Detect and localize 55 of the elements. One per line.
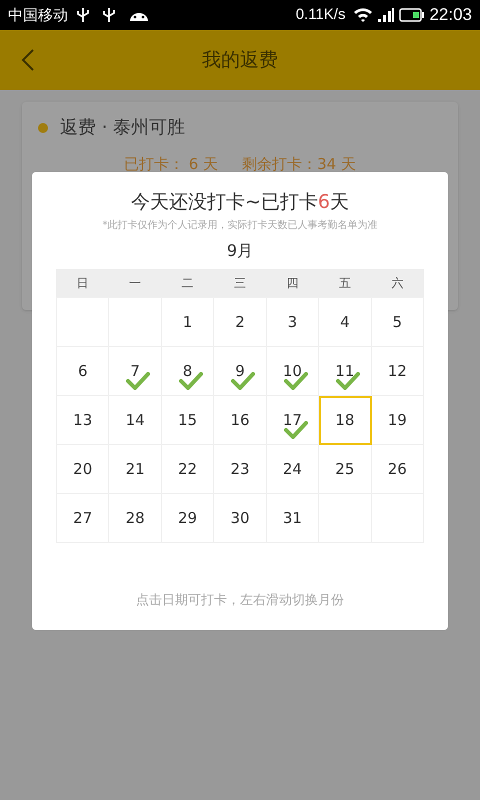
card-title: 返费 · 泰州可胜: [60, 116, 186, 140]
calendar-day[interactable]: 18: [319, 396, 372, 445]
weekday-label: 六: [390, 275, 405, 292]
calendar-day[interactable]: 26: [372, 445, 424, 494]
signal-icon: [377, 7, 396, 23]
usb-icon: [76, 7, 90, 23]
calendar-day[interactable]: 16: [214, 396, 267, 445]
battery-icon: [399, 8, 426, 22]
usb-icon: [102, 7, 116, 23]
calendar-day[interactable]: 4: [319, 298, 372, 347]
clock: 22:03: [429, 4, 472, 26]
calendar-day[interactable]: 21: [109, 445, 162, 494]
month-label: 9月: [226, 240, 254, 262]
weekday-label: 三: [232, 275, 247, 292]
calendar-day[interactable]: 7: [109, 347, 162, 396]
calendar-day[interactable]: 3: [266, 298, 320, 347]
page-title: 我的返费: [202, 48, 278, 73]
calendar-day[interactable]: 6: [57, 347, 110, 396]
calendar-day[interactable]: 17: [266, 396, 320, 445]
network-speed: 0.11K/s: [296, 4, 346, 25]
weekday-label: 一: [128, 275, 142, 292]
checked-in-count: 已打卡： 6 天: [124, 154, 218, 175]
carrier-name: 中国移动: [8, 4, 68, 26]
calendar-day[interactable]: 14: [109, 396, 162, 445]
calendar-day[interactable]: 15: [162, 396, 214, 445]
calendar-day[interactable]: 9: [214, 347, 267, 396]
calendar-day[interactable]: 5: [372, 298, 424, 347]
weekday-label: 五: [338, 275, 352, 292]
calendar-day[interactable]: 25: [319, 445, 372, 494]
back-icon: [21, 48, 35, 72]
dialog-hint: 点击日期可打卡，左右滑动切换月份: [136, 592, 344, 610]
calendar-day[interactable]: 24: [266, 445, 320, 494]
calendar-day[interactable]: 13: [57, 396, 110, 445]
wifi-icon: [353, 7, 374, 23]
calendar-day[interactable]: 30: [214, 494, 267, 543]
calendar-day[interactable]: 27: [57, 494, 110, 543]
calendar-day[interactable]: 1: [162, 298, 214, 347]
dialog-note: *此打卡仅作为个人记录用，实际打卡天数已人事考勤名单为准: [102, 218, 378, 233]
weekday-label: 二: [180, 275, 194, 292]
calendar-day[interactable]: 8: [162, 347, 214, 396]
calendar-day[interactable]: 29: [162, 494, 214, 543]
calendar-day[interactable]: 19: [372, 396, 424, 445]
calendar-day[interactable]: 12: [372, 347, 424, 396]
calendar-day[interactable]: 10: [266, 347, 320, 396]
dialog-title: 今天还没打卡~已打卡6天: [130, 190, 349, 214]
weekday-label: 四: [286, 275, 300, 292]
calendar-day[interactable]: 31: [266, 494, 320, 543]
calendar-day[interactable]: 23: [214, 445, 267, 494]
calendar-day[interactable]: 2: [214, 298, 267, 347]
weekday-label: 日: [75, 275, 90, 292]
remaining-count: 剩余打卡：34 天: [242, 154, 356, 175]
calendar-day[interactable]: 28: [109, 494, 162, 543]
calendar-day[interactable]: 11: [319, 347, 372, 396]
calendar-day[interactable]: 22: [162, 445, 214, 494]
calendar-day[interactable]: 20: [57, 445, 110, 494]
